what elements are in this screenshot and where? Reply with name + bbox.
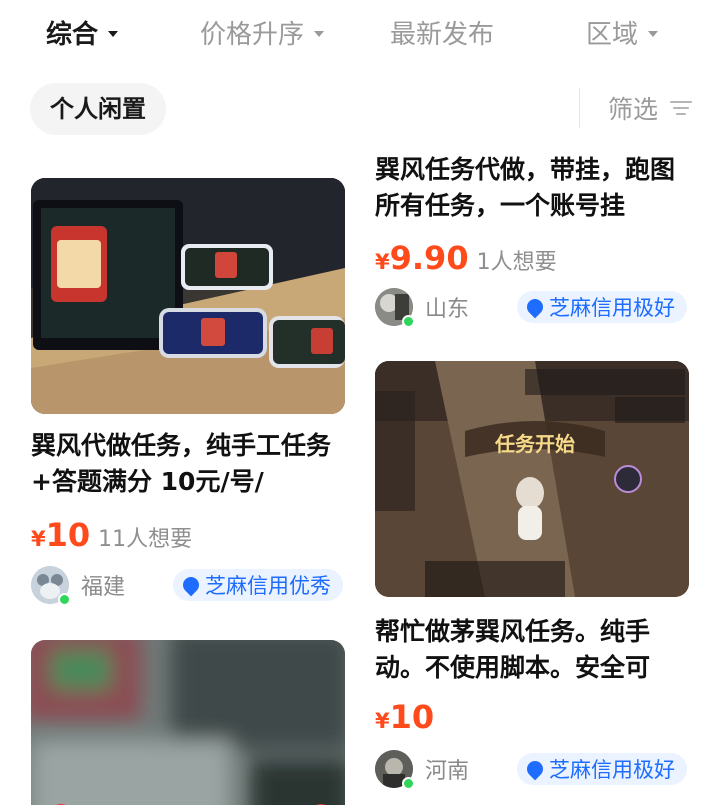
avatar: [375, 288, 415, 328]
avatar: [375, 750, 415, 790]
online-indicator: [402, 777, 415, 790]
currency-symbol: ¥: [31, 527, 46, 551]
card-3-seller[interactable]: 河南: [375, 750, 470, 790]
card-2-region: 山东: [425, 297, 470, 322]
card-1-image[interactable]: [31, 178, 345, 414]
card-1-region: 福建: [81, 575, 126, 600]
card-1-wants: 11人想要: [98, 527, 193, 552]
card-3-image[interactable]: 任务开始: [375, 361, 689, 597]
filter-label: 筛选: [608, 95, 659, 124]
caret-down-icon: [108, 30, 119, 37]
sort-newest[interactable]: 最新发布: [390, 14, 494, 51]
card-3-price: 10: [389, 698, 435, 736]
sort-comprehensive-label: 综合: [46, 20, 99, 50]
card-2-title[interactable]: 巽风任务代做，带挂，跑图所有任务，一个账号挂: [375, 152, 689, 224]
card-2-wants: 1人想要: [476, 250, 557, 275]
task-start-banner-text: 任务开始: [494, 432, 575, 456]
filter-divider: [579, 88, 580, 128]
online-indicator: [58, 593, 71, 606]
sesame-credit-icon: [523, 295, 547, 319]
card-4-image[interactable]: [31, 640, 345, 805]
card-3-credit-label: 芝麻信用极好: [549, 758, 675, 782]
card-3-title[interactable]: 帮忙做茅巽风任务。纯手动。不使用脚本。安全可: [375, 614, 689, 686]
online-indicator: [402, 315, 415, 328]
filter-button[interactable]: 筛选: [608, 90, 693, 126]
card-1-credit-badge: 芝麻信用优秀: [173, 569, 343, 601]
card-2-seller[interactable]: 山东: [375, 288, 470, 328]
sesame-credit-icon: [523, 757, 547, 781]
card-1-price: 10: [45, 516, 91, 554]
blurred-photo: [31, 640, 345, 805]
sort-region[interactable]: 区域: [586, 14, 659, 51]
sort-bar: 综合 价格升序 最新发布 区域: [0, 0, 720, 64]
sesame-credit-icon: [179, 573, 203, 597]
caret-down-icon: [314, 30, 325, 37]
game-screenshot: 任务开始: [375, 361, 689, 597]
card-3-price-row: ¥ 10: [375, 698, 442, 736]
card-2-price-row: ¥ 9.90 1人想要: [375, 239, 557, 277]
sort-price-asc-label: 价格升序: [200, 20, 305, 50]
card-1-title[interactable]: 巽风代做任务，纯手工任务+答题满分 10元/号/: [31, 428, 345, 500]
card-1-price-row: ¥ 10 11人想要: [31, 516, 192, 554]
caret-down-icon: [648, 30, 659, 37]
sort-region-label: 区域: [586, 20, 639, 50]
card-1-credit-label: 芝麻信用优秀: [205, 574, 331, 598]
card-2-credit-badge: 芝麻信用极好: [517, 291, 687, 323]
sort-price-asc[interactable]: 价格升序: [200, 14, 325, 51]
personal-idle-chip[interactable]: 个人闲置: [30, 83, 166, 135]
currency-symbol: ¥: [375, 709, 390, 733]
avatar: [31, 566, 71, 606]
card-1-seller[interactable]: 福建: [31, 566, 126, 606]
card-2-credit-label: 芝麻信用极好: [549, 296, 675, 320]
card-2-price: 9.90: [389, 239, 469, 277]
card-3-region: 河南: [425, 759, 470, 784]
card-3-credit-badge: 芝麻信用极好: [517, 753, 687, 785]
phones-and-tablet-photo: [31, 178, 345, 414]
sort-newest-label: 最新发布: [390, 20, 495, 50]
filter-icon: [670, 99, 693, 117]
currency-symbol: ¥: [375, 250, 390, 274]
sort-comprehensive[interactable]: 综合: [46, 14, 119, 51]
